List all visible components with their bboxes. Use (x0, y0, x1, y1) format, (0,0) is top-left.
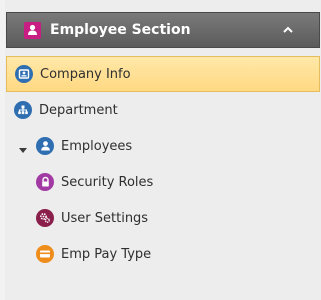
nav-item-user-settings[interactable]: User Settings (6, 200, 320, 236)
id-card-icon (15, 65, 33, 83)
nav-item-label: Emp Pay Type (61, 246, 152, 262)
employee-section-panel: Employee Section Company Info Department… (0, 0, 321, 300)
org-chart-icon (14, 101, 32, 119)
pay-card-icon (36, 245, 54, 263)
nav-item-company-info[interactable]: Company Info (6, 56, 320, 92)
expand-arrow-icon[interactable] (19, 143, 27, 153)
nav-item-label: Employees (61, 138, 133, 154)
section-title: Employee Section (50, 22, 191, 38)
lock-icon (36, 173, 54, 191)
nav-item-employees[interactable]: Employees (6, 128, 320, 164)
nav-item-label: Security Roles (61, 174, 154, 190)
nav-item-label: User Settings (61, 210, 149, 226)
nav-item-emp-pay-type[interactable]: Emp Pay Type (6, 236, 320, 272)
person-icon (36, 137, 54, 155)
nav-item-security-roles[interactable]: Security Roles (6, 164, 320, 200)
panel-edge (0, 0, 5, 300)
user-badge-icon (24, 21, 41, 39)
section-header[interactable]: Employee Section (6, 12, 320, 48)
nav-item-label: Department (39, 102, 118, 118)
nav-item-label: Company Info (40, 66, 131, 82)
chevron-up-icon[interactable] (281, 22, 295, 36)
nav-item-department[interactable]: Department (6, 92, 320, 128)
nav-list: Company Info Department Employees Securi… (6, 56, 320, 272)
gears-icon (36, 209, 54, 227)
